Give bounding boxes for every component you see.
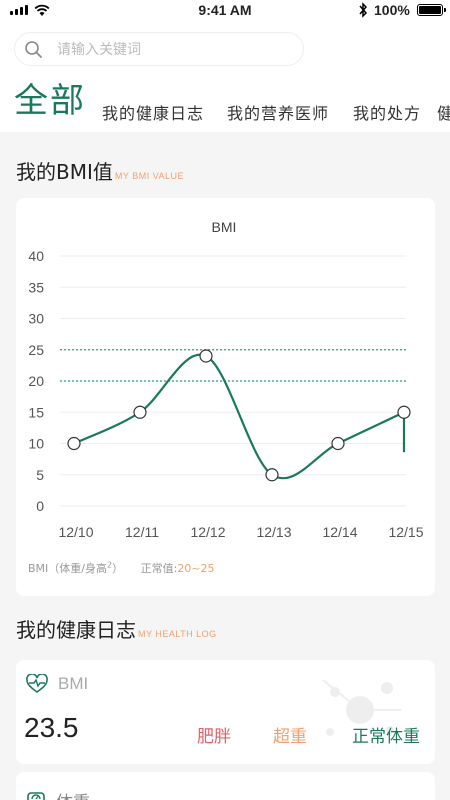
search-bar[interactable] [14, 32, 304, 66]
bmi-log-card[interactable]: BMI 23.5 肥胖 超重 正常体重 [16, 660, 435, 764]
bmi-chart-card: BMI 0 5 10 15 20 25 30 35 40 12/10 12/11 12/12 12/13 1… [16, 198, 435, 596]
x-tick-label: 12/14 [322, 524, 357, 540]
bluetooth-icon [359, 2, 368, 18]
tab-bar: 全部 我的健康日志 我的营养医师 我的处方 健 [0, 82, 450, 128]
chart-normal-range: 20~25 [177, 562, 215, 575]
tab-prescription[interactable]: 我的处方 [353, 100, 421, 124]
x-tick-label: 12/15 [388, 524, 423, 540]
weight-log-label: 体重 [56, 788, 90, 800]
chart-unit-label: BMI（体重/身高 [28, 562, 107, 575]
header: 全部 我的健康日志 我的营养医师 我的处方 健 [0, 22, 450, 132]
data-point [331, 436, 345, 451]
search-icon [25, 41, 42, 58]
bmi-section-title: 我的BMI值 MY BMI VALUE [16, 156, 184, 185]
scale-icon [27, 791, 45, 800]
tab-health-more[interactable]: 健 [437, 100, 450, 124]
heartbeat-icon [26, 674, 48, 693]
data-point [133, 405, 147, 419]
chart-unit-close: ） [112, 562, 124, 575]
y-tick-label: 20 [28, 373, 44, 389]
search-input[interactable] [57, 39, 287, 61]
battery-percent: 100% [374, 2, 410, 18]
bmi-log-value: 23.5 [24, 712, 79, 743]
tab-health-log[interactable]: 我的健康日志 [102, 100, 204, 124]
battery-icon [417, 4, 446, 16]
y-tick-label: 35 [28, 279, 44, 295]
status-normal-weight: 正常体重 [352, 727, 420, 747]
tab-all[interactable]: 全部 [14, 82, 86, 122]
y-tick-label: 25 [28, 342, 44, 358]
data-point [199, 349, 213, 363]
y-tick-label: 40 [28, 248, 44, 264]
weight-log-card[interactable]: 体重 [16, 772, 435, 800]
log-section-title: 我的健康日志 MY HEALTH LOG [16, 614, 217, 643]
log-subtitle: MY HEALTH LOG [138, 629, 217, 639]
chart-title: BMI [212, 219, 237, 235]
log-title: 我的健康日志 [16, 618, 136, 642]
bmi-series-line [73, 353, 406, 480]
weight-log-head: 体重 [26, 788, 90, 800]
bmi-chart: BMI 0 5 10 15 20 25 30 35 40 12/10 12/11 12/12 12/13 1… [28, 219, 423, 540]
bmi-log-head: BMI [26, 674, 88, 694]
y-tick-label: 30 [28, 311, 44, 327]
y-tick-label: 5 [36, 467, 44, 483]
x-tick-label: 12/10 [58, 524, 93, 540]
data-point [265, 468, 279, 482]
x-tick-label: 12/12 [190, 524, 225, 540]
y-tick-label: 0 [36, 498, 44, 514]
chart-normal-label: 正常值: [140, 562, 178, 575]
status-bar: 9:41 AM 100% [0, 0, 450, 22]
status-overweight: 超重 [273, 727, 307, 747]
bmi-subtitle: MY BMI VALUE [114, 171, 185, 181]
bmi-title: 我的BMI值 [16, 160, 113, 184]
x-tick-label: 12/13 [256, 524, 291, 540]
y-tick-label: 15 [28, 404, 44, 420]
status-obese: 肥胖 [197, 727, 231, 747]
data-point [397, 405, 411, 419]
tab-nutritionist[interactable]: 我的营养医师 [227, 100, 329, 124]
x-tick-label: 12/11 [125, 524, 159, 540]
y-tick-label: 10 [28, 436, 44, 452]
chart-note: BMI（体重/身高2） 正常值:20~25 [28, 560, 215, 576]
bmi-log-label: BMI [58, 674, 89, 693]
data-point [67, 436, 81, 451]
